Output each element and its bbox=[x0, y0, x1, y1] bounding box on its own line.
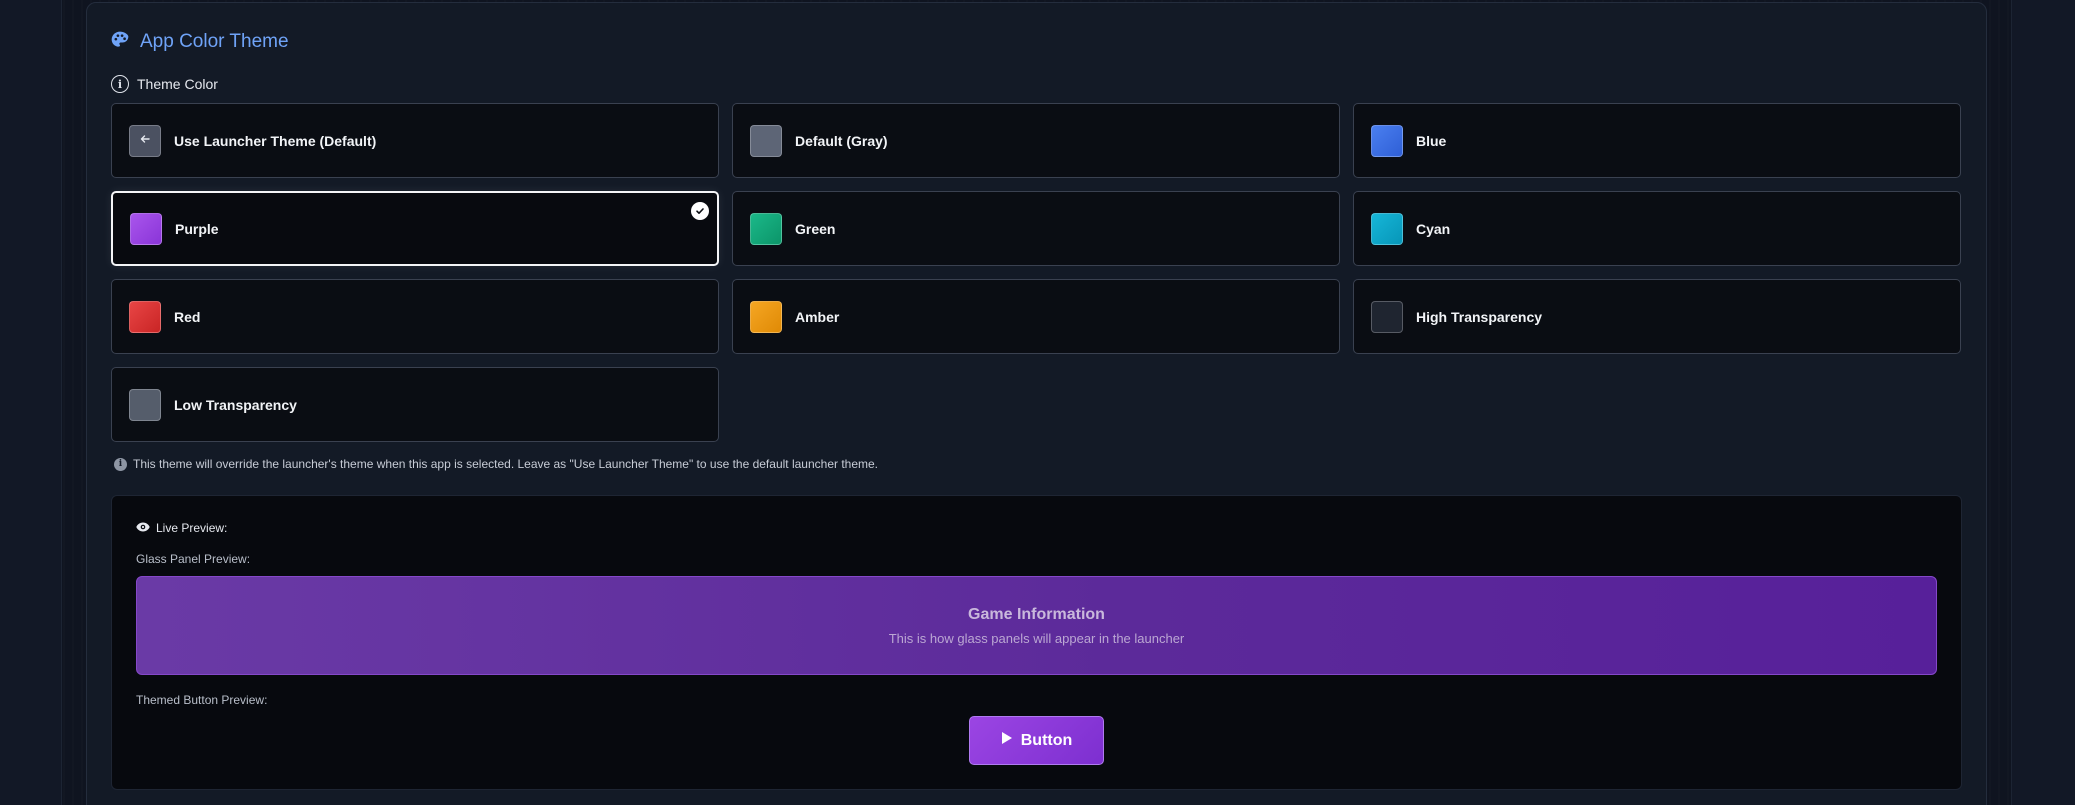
option-label: Use Launcher Theme (Default) bbox=[174, 132, 377, 149]
live-preview-text: Live Preview: bbox=[156, 521, 228, 535]
option-label: High Transparency bbox=[1416, 308, 1543, 325]
theme-option-grid: Use Launcher Theme (Default) Default (Gr… bbox=[111, 103, 1962, 442]
swatch-gray bbox=[750, 124, 782, 157]
option-label: Low Transparency bbox=[174, 396, 297, 413]
right-gutter bbox=[2011, 0, 2075, 805]
option-label: Amber bbox=[795, 308, 840, 325]
theme-option-green[interactable]: Green bbox=[732, 191, 1340, 266]
theme-override-note: i This theme will override the launcher'… bbox=[114, 455, 878, 473]
themed-button-preview[interactable]: Button bbox=[969, 716, 1104, 765]
swatch-red bbox=[129, 300, 161, 333]
swatch-green bbox=[750, 212, 782, 245]
glass-panel-label: Glass Panel Preview: bbox=[136, 552, 251, 566]
swatch-cyan bbox=[1371, 212, 1403, 245]
themed-button-label: Themed Button Preview: bbox=[136, 693, 268, 707]
theme-option-high-transparency[interactable]: High Transparency bbox=[1353, 279, 1961, 354]
selected-check-icon bbox=[691, 202, 709, 220]
glass-panel-subtitle: This is how glass panels will appear in … bbox=[888, 630, 1185, 646]
theme-option-low-transparency[interactable]: Low Transparency bbox=[111, 367, 719, 442]
note-text: This theme will override the launcher's … bbox=[133, 457, 879, 471]
theme-option-purple[interactable]: Purple bbox=[111, 191, 719, 266]
theme-option-blue[interactable]: Blue bbox=[1353, 103, 1961, 178]
glass-panel-title: Game Information bbox=[968, 605, 1105, 623]
swatch-blue bbox=[1371, 124, 1403, 157]
arrow-left-icon bbox=[139, 132, 151, 150]
theme-option-launcher-default[interactable]: Use Launcher Theme (Default) bbox=[111, 103, 719, 178]
option-label: Blue bbox=[1416, 132, 1447, 149]
theme-option-amber[interactable]: Amber bbox=[732, 279, 1340, 354]
option-label: Cyan bbox=[1416, 220, 1451, 237]
info-icon: i bbox=[114, 457, 127, 471]
swatch-purple bbox=[130, 212, 162, 245]
live-preview-label: Live Preview: bbox=[136, 519, 227, 537]
theme-option-cyan[interactable]: Cyan bbox=[1353, 191, 1961, 266]
palette-icon bbox=[110, 30, 130, 55]
option-label: Green bbox=[795, 220, 836, 237]
theme-option-red[interactable]: Red bbox=[111, 279, 719, 354]
theme-color-text: Theme Color bbox=[137, 76, 218, 92]
themed-button-text: Button bbox=[1020, 731, 1073, 749]
play-icon bbox=[1001, 731, 1013, 750]
option-label: Default (Gray) bbox=[795, 132, 888, 149]
option-label: Purple bbox=[175, 220, 219, 237]
swatch-high-transparency bbox=[1371, 300, 1403, 333]
eye-icon bbox=[136, 521, 150, 535]
swatch-amber bbox=[750, 300, 782, 333]
section-header: App Color Theme bbox=[110, 28, 289, 56]
theme-option-default-gray[interactable]: Default (Gray) bbox=[732, 103, 1340, 178]
left-gutter bbox=[0, 0, 62, 805]
swatch-launcher bbox=[129, 124, 161, 157]
theme-color-label: i Theme Color bbox=[111, 74, 218, 94]
glass-panel-preview: Game Information This is how glass panel… bbox=[136, 576, 1937, 675]
swatch-low-transparency bbox=[129, 388, 161, 421]
option-label: Red bbox=[174, 308, 201, 325]
section-title: App Color Theme bbox=[140, 31, 289, 52]
info-icon: i bbox=[111, 75, 129, 93]
